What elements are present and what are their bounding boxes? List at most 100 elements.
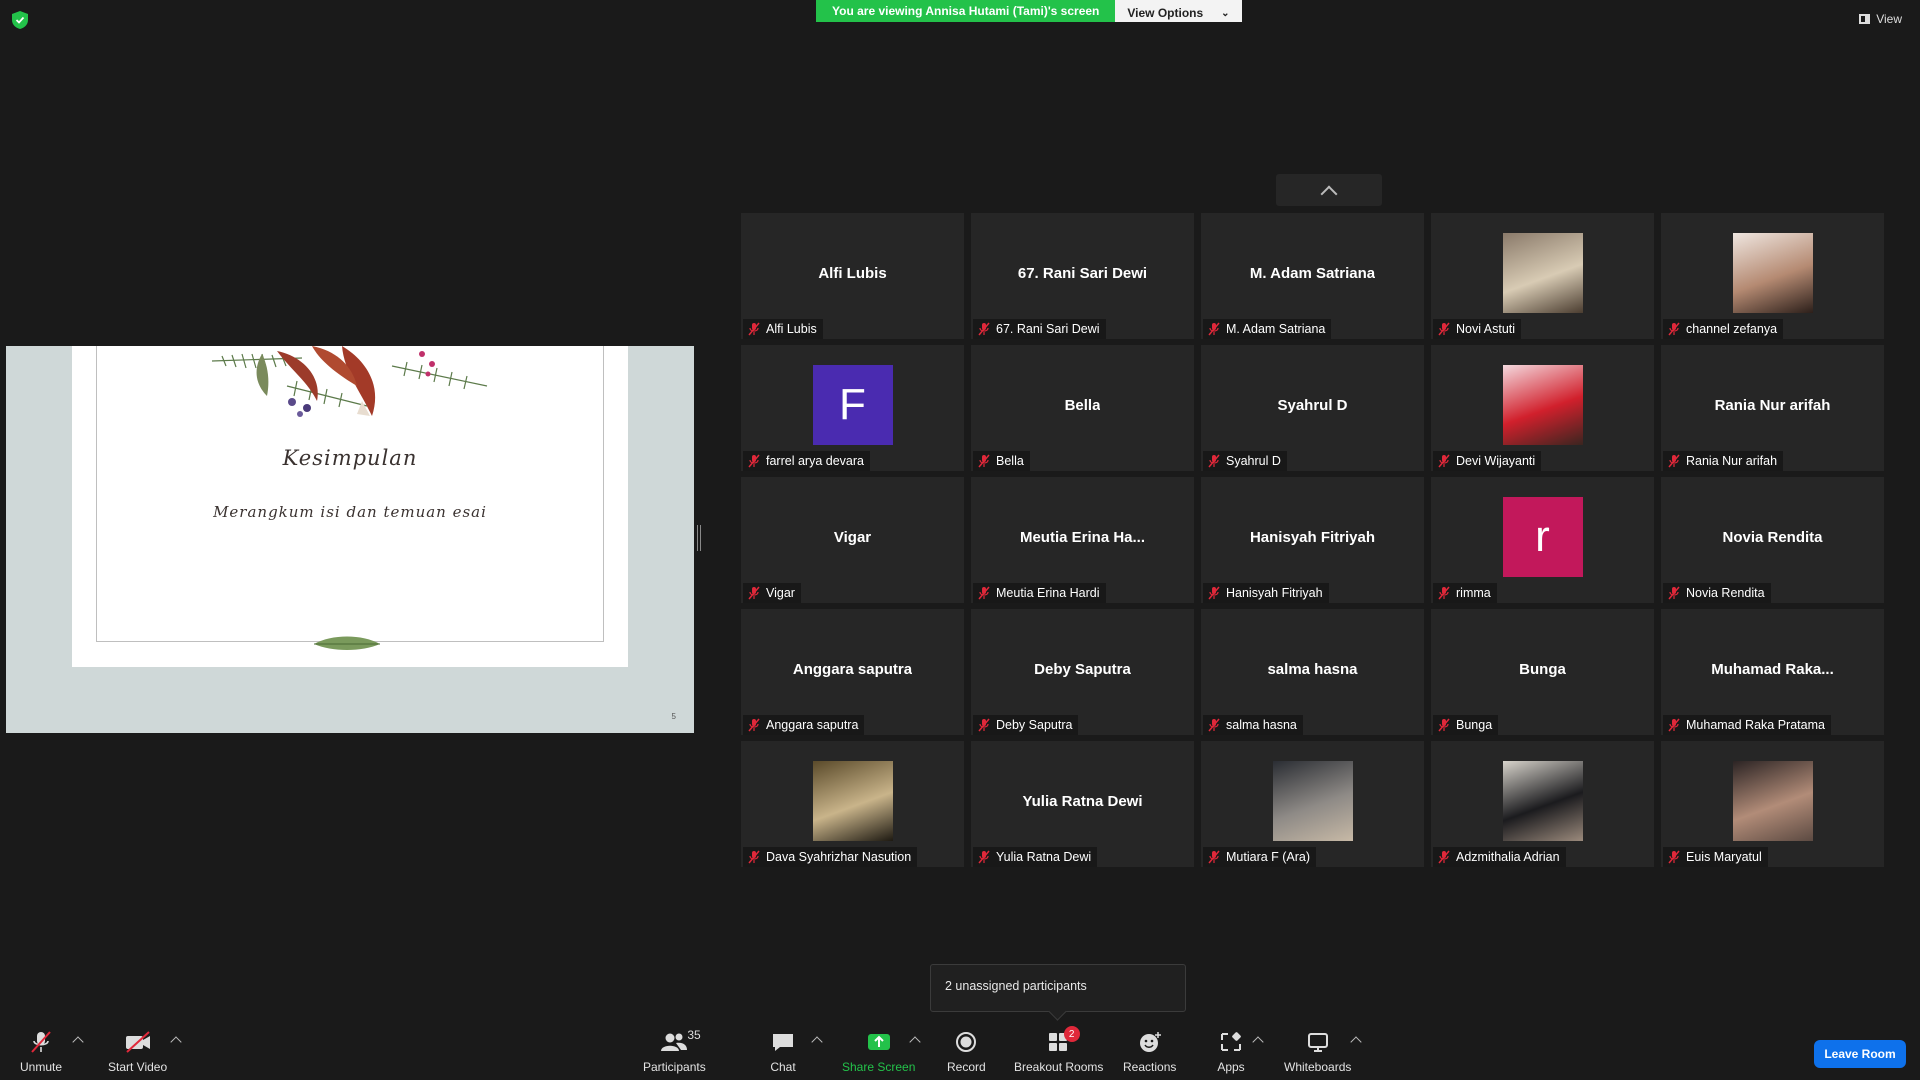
participant-name-text: Anggara saputra (766, 718, 859, 732)
slide-page: Kesimpulan Merangkum isi dan temuan esai (72, 346, 628, 667)
video-camera-off-icon (125, 1031, 150, 1053)
whiteboards-options-caret-icon[interactable] (1350, 1036, 1362, 1048)
tile-avatar-area: Syahrul D (1201, 365, 1424, 445)
participant-name-label: Bella (973, 451, 1030, 471)
tile-avatar-area: Bella (971, 365, 1194, 445)
share-screen-button[interactable]: Share Screen (842, 1030, 915, 1074)
chat-options-caret-icon[interactable] (811, 1036, 823, 1048)
security-shield-icon[interactable] (12, 11, 28, 29)
participant-name-label: Meutia Erina Hardi (973, 583, 1106, 603)
participant-tile[interactable]: Novia Rendita Novia Rendita (1661, 477, 1884, 603)
tile-avatar-area: F (741, 365, 964, 445)
tile-avatar-area: M. Adam Satriana (1201, 233, 1424, 313)
participant-tile[interactable]: r rimma (1431, 477, 1654, 603)
participant-tile[interactable]: Alfi Lubis Alfi Lubis (741, 213, 964, 339)
zoom-meeting-window: You are viewing Annisa Hutami (Tami)'s s… (0, 0, 1920, 1080)
participant-tile[interactable]: Anggara saputra Anggara saputra (741, 609, 964, 735)
avatar-initial: F (812, 365, 893, 445)
participant-tile[interactable]: Dava Syahrizhar Nasution (741, 741, 964, 867)
tile-avatar-area: Vigar (741, 497, 964, 577)
participants-icon (661, 1033, 688, 1051)
slide-title: Kesimpulan (282, 446, 418, 470)
participant-display-name: Syahrul D (1277, 396, 1348, 414)
participant-name-text: Yulia Ratna Dewi (996, 850, 1092, 864)
participant-name-text: Novi Astuti (1456, 322, 1516, 336)
participant-name-text: M. Adam Satriana (1226, 322, 1326, 336)
participant-tile[interactable]: Euis Maryatul (1661, 741, 1884, 867)
participant-tile[interactable]: Adzmithalia Adrian (1431, 741, 1654, 867)
participant-tile[interactable]: Bunga Bunga (1431, 609, 1654, 735)
mic-muted-icon (978, 850, 990, 864)
participant-name-label: Deby Saputra (973, 715, 1079, 735)
record-icon (956, 1032, 977, 1052)
start-video-button[interactable]: Start Video (108, 1030, 167, 1074)
split-view-resize-handle[interactable] (697, 525, 701, 551)
participants-button[interactable]: 35 Participants (643, 1028, 706, 1074)
breakout-rooms-button[interactable]: 2 Breakout Rooms (1014, 1026, 1103, 1074)
participant-display-name: Rania Nur arifah (1714, 396, 1831, 414)
participant-name-label: Muhamad Raka Pratama (1663, 715, 1831, 735)
tile-avatar-area (1431, 761, 1654, 841)
participant-tile[interactable]: Hanisyah Fitriyah Hanisyah Fitriyah (1201, 477, 1424, 603)
participant-tile[interactable]: Novi Astuti (1431, 213, 1654, 339)
avatar-photo (1272, 761, 1353, 841)
participant-tile[interactable]: Muhamad Raka... Muhamad Raka Pratama (1661, 609, 1884, 735)
gallery-page-up-button[interactable] (1276, 174, 1382, 206)
mic-muted-icon (748, 322, 760, 336)
unassigned-participants-tooltip: 2 unassigned participants (930, 964, 1186, 1012)
view-layout-button[interactable]: View (1859, 12, 1902, 26)
participant-tile[interactable]: Devi Wijayanti (1431, 345, 1654, 471)
participant-tile[interactable]: 67. Rani Sari Dewi 67. Rani Sari Dewi (971, 213, 1194, 339)
participant-tile[interactable]: Meutia Erina Ha... Meutia Erina Hardi (971, 477, 1194, 603)
unmute-button[interactable]: Unmute (20, 1030, 62, 1074)
participant-tile[interactable]: Yulia Ratna Dewi Yulia Ratna Dewi (971, 741, 1194, 867)
participant-name-label: Rania Nur arifah (1663, 451, 1784, 471)
audio-options-caret-icon[interactable] (72, 1036, 84, 1048)
participant-tile[interactable]: channel zefanya (1661, 213, 1884, 339)
mic-muted-icon (748, 586, 760, 600)
avatar-photo (1732, 761, 1813, 841)
participant-tile[interactable]: Mutiara F (Ara) (1201, 741, 1424, 867)
participant-name-text: Novia Rendita (1686, 586, 1765, 600)
mic-muted-icon (748, 850, 760, 864)
participants-count: 35 (687, 1028, 701, 1042)
reactions-button[interactable]: Reactions (1123, 1030, 1176, 1074)
participant-name-label: Vigar (743, 583, 801, 603)
participant-tile[interactable]: Syahrul D Syahrul D (1201, 345, 1424, 471)
participant-name-text: Syahrul D (1226, 454, 1281, 468)
participant-tile[interactable]: salma hasna salma hasna (1201, 609, 1424, 735)
participant-tile[interactable]: Rania Nur arifah Rania Nur arifah (1661, 345, 1884, 471)
leave-room-button[interactable]: Leave Room (1814, 1040, 1906, 1068)
participant-name-label: Novi Astuti (1433, 319, 1522, 339)
tile-avatar-area: Anggara saputra (741, 629, 964, 709)
participant-name-label: Hanisyah Fitriyah (1203, 583, 1329, 603)
tile-avatar-area: Bunga (1431, 629, 1654, 709)
participant-display-name: Yulia Ratna Dewi (1022, 792, 1143, 810)
participant-tile[interactable]: Vigar Vigar (741, 477, 964, 603)
tile-avatar-area (741, 761, 964, 841)
participant-tile[interactable]: Deby Saputra Deby Saputra (971, 609, 1194, 735)
mic-muted-icon (1668, 586, 1680, 600)
mic-muted-icon (1668, 454, 1680, 468)
participant-name-label: Yulia Ratna Dewi (973, 847, 1098, 867)
participant-tile[interactable]: M. Adam Satriana M. Adam Satriana (1201, 213, 1424, 339)
avatar-photo (1732, 233, 1813, 313)
chevron-down-icon: ⌄ (1221, 7, 1230, 19)
tile-avatar-area: Alfi Lubis (741, 233, 964, 313)
mic-muted-icon (748, 718, 760, 732)
participant-name-text: Muhamad Raka Pratama (1686, 718, 1825, 732)
participant-gallery: Alfi Lubis Alfi Lubis 67. Rani Sari Dewi 67… (741, 213, 1884, 867)
video-options-caret-icon[interactable] (170, 1036, 182, 1048)
chat-button[interactable]: Chat (766, 1030, 800, 1074)
record-button[interactable]: Record (947, 1030, 986, 1074)
bottom-leaf-decoration (314, 636, 380, 650)
whiteboards-button[interactable]: Whiteboards (1284, 1030, 1351, 1074)
participant-name-label: channel zefanya (1663, 319, 1784, 339)
participant-tile[interactable]: Bella Bella (971, 345, 1194, 471)
participant-tile[interactable]: Ffarrel arya devara (741, 345, 964, 471)
tile-avatar-area: 67. Rani Sari Dewi (971, 233, 1194, 313)
tile-avatar-area (1661, 761, 1884, 841)
apps-button[interactable]: Apps (1214, 1030, 1248, 1074)
view-options-button[interactable]: View Options ⌄ (1115, 0, 1242, 22)
apps-options-caret-icon[interactable] (1252, 1036, 1264, 1048)
